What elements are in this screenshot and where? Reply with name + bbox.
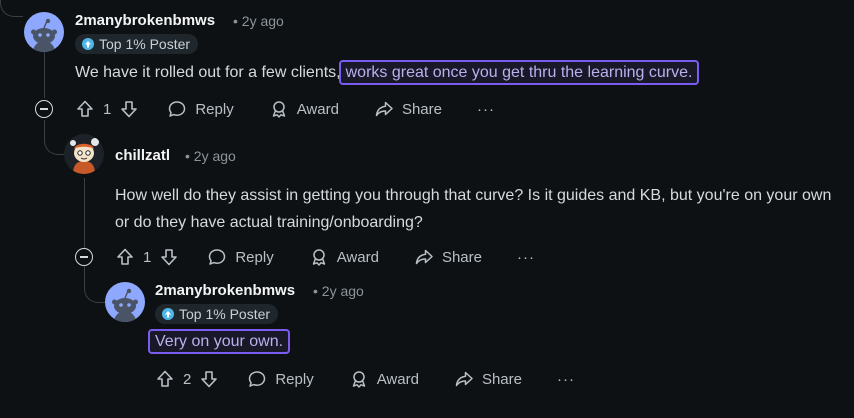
award-label: Award (296, 100, 339, 118)
highlighted-text: works great once you get thru the learni… (338, 60, 700, 85)
share-button[interactable]: Share (414, 247, 482, 267)
award-button[interactable]: Award (349, 369, 419, 389)
reply-label: Reply (195, 100, 234, 118)
share-button[interactable]: Share (374, 99, 442, 119)
award-label: Award (336, 248, 379, 266)
thread-connector (0, 0, 23, 17)
comment-author[interactable]: 2manybrokenbmws (155, 282, 295, 299)
vote-group: 2 (155, 369, 219, 389)
flair-badge: Top 1% Poster (75, 34, 199, 54)
reply-button[interactable]: Reply (207, 247, 274, 267)
snoo-avatar-icon (24, 12, 64, 52)
award-icon (272, 101, 285, 118)
reply-button[interactable]: Reply (167, 99, 234, 119)
share-icon (415, 249, 433, 265)
comment-thread: 2manybrokenbmws • 2y ago Top 1% Poster W… (0, 0, 854, 418)
comment-body: How well do they assist in getting you t… (115, 182, 840, 236)
share-label: Share (441, 248, 482, 266)
comment-actions: 1 Reply Award Share ··· (115, 245, 535, 269)
downvote-icon[interactable] (119, 99, 139, 119)
reply-label: Reply (275, 370, 314, 388)
collapse-thread-button[interactable] (75, 248, 93, 266)
thread-line (44, 52, 45, 98)
vote-group: 1 (115, 247, 179, 267)
reply-icon (249, 371, 266, 387)
highlighted-text: Very on your own. (147, 329, 291, 354)
share-label: Share (401, 100, 442, 118)
avatar[interactable] (64, 134, 104, 174)
comment-timestamp[interactable]: • 2y ago (185, 148, 236, 164)
custom-avatar-icon (64, 134, 104, 174)
avatar[interactable] (24, 12, 64, 52)
top-poster-icon (162, 308, 174, 320)
vote-group: 1 (75, 99, 139, 119)
collapse-thread-button[interactable] (35, 100, 53, 118)
comment-text: We have it rolled out for a few clients, (75, 64, 341, 81)
upvote-icon[interactable] (155, 369, 175, 389)
comment-body: Very on your own. (147, 328, 291, 355)
award-button[interactable]: Award (309, 247, 379, 267)
flair-label: Top 1% Poster (99, 36, 191, 52)
comment-author[interactable]: chillzatl (115, 147, 170, 164)
flair-badge: Top 1% Poster (155, 304, 279, 324)
comment-body: We have it rolled out for a few clients,… (75, 59, 835, 86)
top-poster-icon (82, 38, 94, 50)
award-icon (312, 249, 325, 266)
share-button[interactable]: Share (454, 369, 522, 389)
award-button[interactable]: Award (269, 99, 339, 119)
reply-icon (209, 249, 226, 265)
comment-timestamp[interactable]: • 2y ago (233, 13, 284, 29)
share-icon (375, 101, 393, 117)
avatar[interactable] (105, 282, 145, 322)
downvote-icon[interactable] (159, 247, 179, 267)
comment-author[interactable]: 2manybrokenbmws (75, 12, 215, 29)
share-icon (455, 371, 473, 387)
award-icon (352, 371, 365, 388)
comment-actions: 1 Reply Award Share ··· (75, 97, 495, 121)
more-options-button[interactable]: ··· (477, 101, 495, 118)
reply-icon (169, 101, 186, 117)
downvote-icon[interactable] (199, 369, 219, 389)
award-label: Award (376, 370, 419, 388)
comment-text: How well do they assist in getting you t… (115, 187, 832, 231)
upvote-icon[interactable] (75, 99, 95, 119)
thread-connector (44, 120, 65, 155)
more-options-button[interactable]: ··· (517, 249, 535, 266)
snoo-avatar-icon (105, 282, 145, 322)
vote-count: 1 (143, 248, 152, 266)
flair-label: Top 1% Poster (179, 306, 271, 322)
comment-timestamp[interactable]: • 2y ago (313, 283, 364, 299)
reply-label: Reply (235, 248, 274, 266)
vote-count: 2 (183, 370, 192, 388)
share-label: Share (481, 370, 522, 388)
upvote-icon[interactable] (115, 247, 135, 267)
vote-count: 1 (103, 100, 112, 118)
thread-connector (84, 266, 105, 303)
reply-button[interactable]: Reply (247, 369, 314, 389)
more-options-button[interactable]: ··· (557, 371, 575, 388)
comment-actions: 2 Reply Award Share ··· (155, 367, 575, 391)
thread-line (84, 178, 85, 248)
